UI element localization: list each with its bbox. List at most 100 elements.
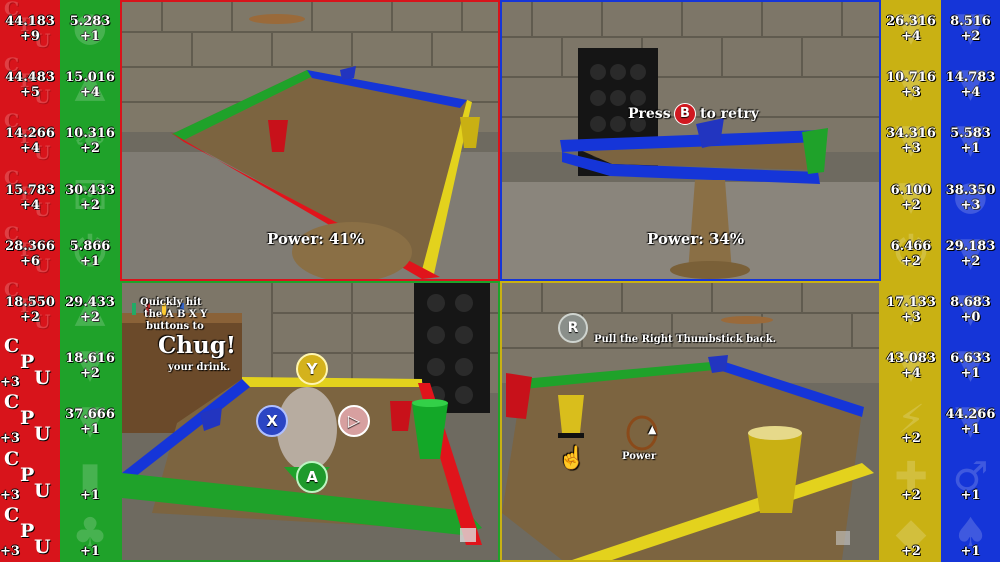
yellow-score-cell: ▼ 6.100 +2 [881,169,941,225]
cpu-letter-c: C [4,166,19,189]
yellow-score-cell: ▼ 26.316 +4 [881,0,941,56]
pointing-hand-icon: ☝ [558,445,586,471]
red-score-cell: C P U +3 [0,337,60,393]
blue-score-cell: ▼ 5.583 +1 [941,112,1000,168]
red-power-readout: Power: 41% [267,230,365,248]
power-label: Power [622,451,657,462]
cup-icon: ▼ [955,116,986,163]
green-score-cell: ▼ 37.666 +1 [60,393,120,449]
score-delta: +1 [80,487,100,503]
cup-icon: ▼ [74,397,106,444]
blue-score-cell: ▼ 44.266 +1 [941,393,1000,449]
yellow-score-cell: ◆ +2 [881,506,941,562]
cup-icon: ▼ [955,4,986,50]
red-score-cell: C P U 44.483 +5 [0,56,60,112]
cpu-letter-c: C [4,391,19,414]
cup-icon: ▼ [895,285,927,331]
cup-icon: ▼ [955,285,986,331]
thumbstick-instruction: Pull the Right Thumbstick back. [594,334,777,345]
red-score-cell: C P U 28.366 +6 [0,222,60,281]
green-score-cell: ❧ 10.316 +2 [60,112,120,168]
yellow-score-cell: ⚡ +2 [881,393,941,449]
chug-hint-line2: the A B X Y [144,309,208,320]
green-player-view: Quickly hit the A B X Y buttons to Chug!… [120,281,500,562]
cpu-letter-c: C [4,222,19,245]
blue-score-cell: ▼ 6.633 +1 [941,337,1000,393]
leaf-icon: ❧ [73,116,107,163]
blue-score-cell: ♠ +1 [941,506,1000,562]
blue-scoreboard: ▼ 8.516 +2 ▼ 14.783 +4 ▼ 5.583 +1 ● 38.350 +3 ▼ 29.18… [941,0,1000,562]
cup-icon: ▼ [955,60,986,107]
chug-hint-line4: your drink. [168,362,231,373]
blue-score-cell: ▼ 8.516 +2 [941,0,1000,56]
r-thumbstick-icon: R [558,313,588,343]
red-score-cell: C P U 15.783 +4 [0,166,60,225]
green-score-cell: ● 5.283 +1 [60,0,120,56]
cpu-letter-c: C [4,335,19,358]
yellow-score-cell: ✚ +2 [881,450,941,506]
die-icon: ⚄ [72,172,108,219]
b-button-icon: B [674,103,696,125]
retry-press-label: Press [628,106,671,122]
cpu-letter-p: P [20,126,34,149]
cup-icon: ▼ [895,60,927,107]
green-score-cell: ⏻ 5.866 +1 [60,225,120,281]
drop-icon: ● [953,172,988,219]
cpu-letter-p: P [20,70,34,93]
yellow-score-cell: ▼ 43.083 +4 [881,337,941,393]
cup-icon: ▼ [955,397,986,444]
chug-hint-line3: buttons to [146,321,204,332]
score-delta: +3 [0,375,20,391]
green-scoreboard: ● 5.283 +1 ▲ 15.016 +4 ❧ 10.316 +2 ⚄ 30.433 +2 ⏻ 5.86… [60,0,120,562]
frog-icon: ▲ [74,60,106,107]
blue-score-cell: ♂ +1 [941,450,1000,506]
cpu-letter-u: U [34,86,51,109]
blue-score-cell: ▼ 8.683 +0 [941,281,1000,337]
green-score-cell: ▼ 18.616 +2 [60,337,120,393]
red-score-cell: C P U 18.550 +2 [0,281,60,337]
score-delta: +2 [901,431,921,447]
score-delta: +1 [960,543,981,559]
cup-icon: ▼ [895,116,927,163]
red-score-cell: C P U +3 [0,503,60,562]
yellow-score-cell: ▼ 17.133 +3 [881,281,941,337]
cup-icon: ▼ [895,172,927,219]
power-icon: ⏻ [74,228,106,275]
score-delta: +3 [0,543,20,559]
cpu-letter-c: C [4,503,19,526]
chug-title: Chug! [158,332,236,359]
score-delta: +1 [960,487,981,503]
cpu-letter-u: U [34,311,51,333]
red-score-cell: C P U 14.266 +4 [0,112,60,168]
cup-icon: ▼ [74,341,106,388]
yellow-score-cell: ▼ 10.716 +3 [881,56,941,112]
green-score-cell: ▲ 29.433 +2 [60,281,120,337]
red-player-view: Power: 41% [120,0,500,281]
cpu-letter-c: C [4,279,19,301]
score-delta: +2 [901,543,921,559]
x-button-icon: X [256,405,288,437]
blue-score-cell: ● 38.350 +3 [941,169,1000,225]
red-scoreboard: C P U 44.183 +9 C P U 44.483 +5 C P U 14.266 +4 C P U 15.7… [0,0,60,562]
green-score-cell: ⚄ 30.433 +2 [60,169,120,225]
score-delta: +1 [80,543,100,559]
cpu-letter-p: P [20,182,34,205]
cpu-letter-p: P [20,519,34,542]
power-icon: ⏻ [895,228,927,275]
cpu-letter-p: P [20,463,34,486]
yellow-score-cell: ⏻ 6.466 +2 [881,225,941,281]
score-delta: +3 [0,487,20,503]
cpu-letter-c: C [4,447,19,470]
green-score-cell: ▮ +1 [60,450,120,506]
green-score-cell: ♣ +1 [60,506,120,562]
cpu-letter-u: U [34,198,51,221]
cpu-letter-p: P [20,407,34,430]
yellow-scoreboard: ▼ 26.316 +4 ▼ 10.716 +3 ▼ 34.316 +3 ▼ 6.100 +2 ⏻ 6.46… [881,0,941,562]
cpu-letter-u: U [34,142,51,165]
score-delta: +3 [0,431,20,447]
cpu-letter-c: C [4,54,19,77]
cpu-letter-p: P [20,295,34,317]
cpu-letter-p: P [20,238,34,261]
cup-icon: ▼ [895,341,927,388]
cup-icon: ▼ [955,228,986,275]
